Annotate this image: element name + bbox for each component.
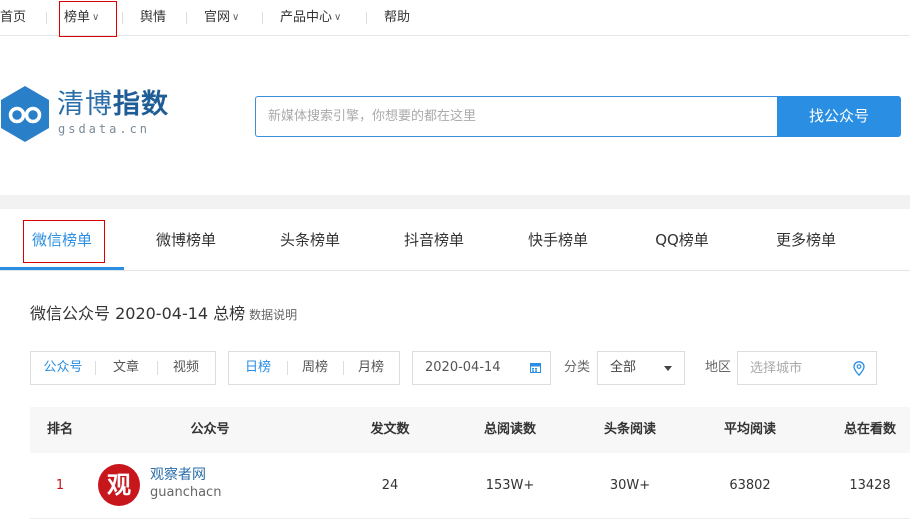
nav-divider xyxy=(366,12,367,24)
filter-videos[interactable]: 视频 xyxy=(157,352,215,384)
filter-articles[interactable]: 文章 xyxy=(95,352,157,384)
account-name-link[interactable]: 观察者网 xyxy=(150,464,206,484)
col-total-watching: 总在看数 xyxy=(843,422,897,437)
highlight-box xyxy=(59,1,117,37)
tab-douyin[interactable]: 抖音榜单 xyxy=(372,209,496,271)
date-value: 2020-04-14 xyxy=(425,360,501,375)
city-picker xyxy=(737,351,877,385)
nav-divider xyxy=(262,12,263,24)
search-button[interactable]: 找公众号 xyxy=(777,96,901,137)
total-reads-value: 153W+ xyxy=(485,478,535,493)
search-input[interactable] xyxy=(256,97,777,136)
brand-name-part1: 清博 xyxy=(57,89,113,120)
category-select[interactable]: 全部 xyxy=(597,351,685,385)
col-rank: 排名 xyxy=(46,422,74,437)
account-id: guanchacn xyxy=(150,485,222,500)
category-label: 分类 xyxy=(564,360,591,375)
tab-more[interactable]: 更多榜单 xyxy=(744,209,868,271)
col-total-reads: 总阅读数 xyxy=(483,422,537,437)
brand-name-part2: 指数 xyxy=(113,89,169,120)
caret-down-icon xyxy=(664,366,672,371)
col-account: 公众号 xyxy=(190,422,230,437)
table-header: 排名 公众号 发文数 总阅读数 头条阅读 平均阅读 总在看数 xyxy=(30,407,910,453)
nav-products-label: 产品中心 xyxy=(280,10,333,25)
search-box xyxy=(255,96,777,137)
tab-kuaishou[interactable]: 快手榜单 xyxy=(496,209,620,271)
chevron-down-icon: ∨ xyxy=(232,12,240,23)
location-pin-icon xyxy=(853,361,865,376)
filter-monthly[interactable]: 月榜 xyxy=(343,352,399,384)
highlight-box xyxy=(23,220,105,263)
total-watching-value: 13428 xyxy=(849,478,891,493)
col-avg-reads: 平均阅读 xyxy=(723,422,777,437)
ranking-title: 微信公众号 2020-04-14 总榜 数据说明 xyxy=(30,300,297,324)
headline-reads-value: 30W+ xyxy=(609,478,651,493)
brand-domain: gsdata.cn xyxy=(58,122,151,136)
filter-daily[interactable]: 日榜 xyxy=(229,352,287,384)
nav-sentiment[interactable]: 舆情 xyxy=(140,0,166,36)
brand-name: 清博指数 xyxy=(57,90,169,120)
section-divider xyxy=(0,195,910,209)
nav-products[interactable]: 产品中心 ∨ xyxy=(280,0,341,36)
nav-help[interactable]: 帮助 xyxy=(384,0,410,36)
tab-weibo[interactable]: 微博榜单 xyxy=(124,209,248,271)
top-nav: 首页 榜单 ∨ 舆情 官网 ∨ 产品中心 ∨ 帮助 xyxy=(0,0,910,36)
col-headline-reads: 头条阅读 xyxy=(603,422,657,437)
nav-official-site[interactable]: 官网 ∨ xyxy=(204,0,239,36)
avg-reads-value: 63802 xyxy=(729,478,771,493)
ranking-tabs: 微信榜单 微博榜单 头条榜单 抖音榜单 快手榜单 QQ榜单 更多榜单 xyxy=(0,209,910,271)
tab-qq[interactable]: QQ榜单 xyxy=(620,209,744,271)
chevron-down-icon: ∨ xyxy=(334,12,342,23)
posts-value: 24 xyxy=(381,478,399,493)
rank-value: 1 xyxy=(55,478,65,493)
calendar-icon xyxy=(530,363,541,373)
nav-divider xyxy=(186,12,187,24)
nav-divider xyxy=(122,12,123,24)
filter-accounts[interactable]: 公众号 xyxy=(31,352,95,384)
avatar[interactable]: 观 xyxy=(98,464,140,506)
period-filter: 日榜 周榜 月榜 xyxy=(228,351,400,385)
filter-weekly[interactable]: 周榜 xyxy=(287,352,343,384)
gsdata-logo[interactable] xyxy=(0,85,50,143)
tab-toutiao[interactable]: 头条榜单 xyxy=(248,209,372,271)
col-posts: 发文数 xyxy=(370,422,410,437)
table-row: 1 观 观察者网 guanchacn 24 153W+ 30W+ 63802 1… xyxy=(30,453,910,519)
ranking-title-text: 微信公众号 2020-04-14 总榜 xyxy=(30,304,246,323)
active-tab-indicator xyxy=(0,267,124,270)
nav-home[interactable]: 首页 xyxy=(0,0,26,36)
category-value: 全部 xyxy=(610,360,637,375)
nav-divider xyxy=(46,12,47,24)
nav-official-site-label: 官网 xyxy=(204,10,231,25)
date-picker[interactable]: 2020-04-14 xyxy=(412,351,551,385)
data-explanation-link[interactable]: 数据说明 xyxy=(249,308,297,322)
content-type-filter: 公众号 文章 视频 xyxy=(30,351,216,385)
region-label: 地区 xyxy=(705,360,732,375)
